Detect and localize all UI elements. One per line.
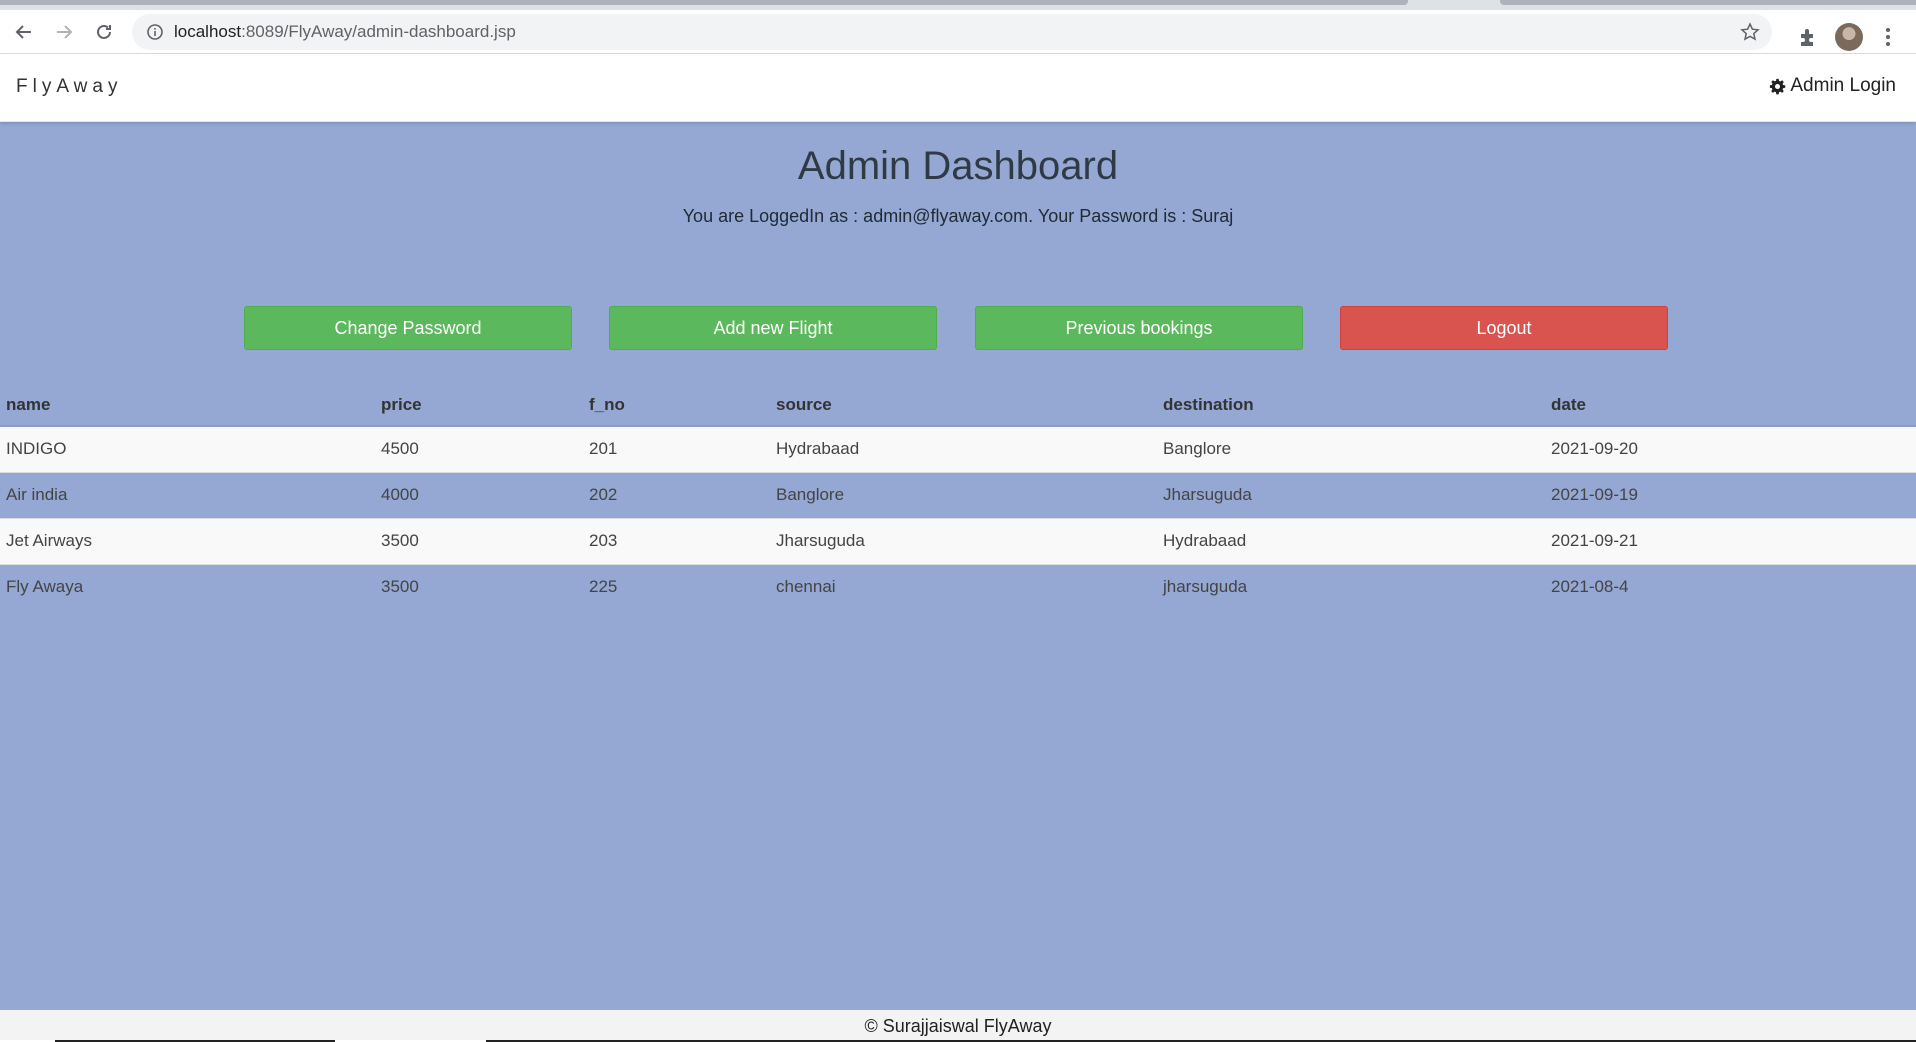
table-row: Fly Awaya 3500 225 chennai jharsuguda 20… [0,563,1916,610]
table-row: Air india 4000 202 Banglore Jharsuguda 2… [0,471,1916,518]
brand-logo[interactable]: FlyAway [16,76,122,98]
cell-date: 2021-08-4 [1545,563,1916,610]
cell-source: Banglore [770,471,1157,518]
column-header-destination: destination [1157,370,1545,427]
cell-name: Jet Airways [0,517,375,564]
forward-button[interactable] [48,16,80,48]
cell-price: 3500 [375,517,583,564]
cell-destination: jharsuguda [1157,563,1545,610]
cell-name: Fly Awaya [0,563,375,610]
reload-button[interactable] [88,16,120,48]
url-path: :8089/FlyAway/admin-dashboard.jsp [241,22,516,41]
previous-bookings-button[interactable]: Previous bookings [975,306,1303,350]
column-header-price: price [375,370,583,427]
extensions-puzzle-icon[interactable] [1797,26,1819,48]
url-host: localhost [174,22,242,41]
admin-login-link[interactable]: Admin Login [1769,75,1896,97]
logout-button[interactable]: Logout [1340,306,1668,350]
browser-toolbar: localhost:8089/FlyAway/admin-dashboard.j… [0,10,1916,54]
column-header-date: date [1545,370,1916,427]
table-header-row: name price f_no source destination date [0,370,1916,427]
flights-table: name price f_no source destination date … [0,370,1916,610]
table-row: Jet Airways 3500 203 Jharsuguda Hydrabaa… [0,517,1916,564]
profile-avatar[interactable] [1835,23,1863,51]
cell-price: 3500 [375,563,583,610]
site-navbar: FlyAway Admin Login [0,54,1916,122]
cell-source: Jharsuguda [770,517,1157,564]
cell-name: INDIGO [0,425,375,472]
cell-source: chennai [770,563,1157,610]
cell-date: 2021-09-20 [1545,425,1916,472]
cell-source: Hydrabaad [770,425,1157,472]
cell-destination: Banglore [1157,425,1545,472]
arrow-left-icon [15,25,31,39]
cell-f-no: 201 [583,425,770,472]
address-bar[interactable]: localhost:8089/FlyAway/admin-dashboard.j… [132,14,1772,50]
page-footer: © Surajjaiswal FlyAway [0,1010,1916,1042]
browser-tab[interactable] [0,0,1408,5]
info-icon[interactable] [146,23,164,41]
change-password-button[interactable]: Change Password [244,306,572,350]
cell-name: Air india [0,471,375,518]
dashboard-main: Admin Dashboard You are LoggedIn as : ad… [0,122,1916,1010]
cell-date: 2021-09-21 [1545,517,1916,564]
browser-menu-button[interactable] [1880,25,1896,49]
browser-tab-strip [0,0,1916,10]
cell-f-no: 202 [583,471,770,518]
cell-destination: Jharsuguda [1157,471,1545,518]
add-flight-button[interactable]: Add new Flight [609,306,937,350]
browser-tab[interactable] [1500,0,1916,5]
gear-icon [1770,78,1786,94]
reload-icon [97,24,111,39]
cell-f-no: 225 [583,563,770,610]
admin-login-label: Admin Login [1790,75,1896,96]
cell-price: 4500 [375,425,583,472]
cell-date: 2021-09-19 [1545,471,1916,518]
table-row: INDIGO 4500 201 Hydrabaad Banglore 2021-… [0,425,1916,472]
url-text[interactable]: localhost:8089/FlyAway/admin-dashboard.j… [174,22,516,42]
bookmark-star-icon[interactable] [1740,22,1760,42]
column-header-f-no: f_no [583,370,770,427]
column-header-name: name [0,370,375,427]
arrow-right-icon [57,25,73,39]
cell-price: 4000 [375,471,583,518]
back-button[interactable] [8,16,40,48]
column-header-source: source [770,370,1157,427]
login-info-text: You are LoggedIn as : admin@flyaway.com.… [682,206,1234,226]
cell-f-no: 203 [583,517,770,564]
cell-destination: Hydrabaad [1157,517,1545,564]
page-title: Admin Dashboard [797,144,1119,188]
